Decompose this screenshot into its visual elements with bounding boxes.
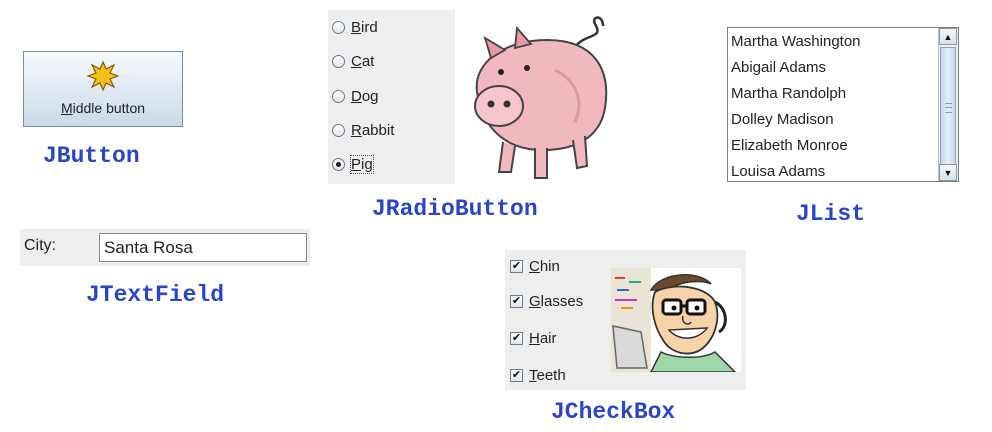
radio-bird[interactable]: Bird: [332, 16, 378, 38]
president-wives-list[interactable]: Martha Washington Abigail Adams Martha R…: [727, 27, 959, 182]
radio-rabbit[interactable]: Rabbit: [332, 119, 394, 141]
checkmark-icon: ✔: [510, 259, 523, 273]
pig-illustration: [455, 10, 630, 184]
triangle-up-icon: ▲: [943, 31, 953, 42]
checkmark-icon: ✔: [510, 294, 523, 308]
radio-pig[interactable]: Pig: [332, 153, 374, 175]
star-burst-icon: [87, 60, 119, 92]
jcheckbox-caption: JCheckBox: [551, 399, 676, 425]
checkbox-chin[interactable]: ✔ Chin: [510, 255, 560, 277]
checkbox-label: Teeth: [529, 366, 566, 384]
cartoon-face-illustration: [611, 268, 741, 372]
radio-circle: [332, 20, 345, 34]
jlist-caption: JList: [796, 201, 866, 227]
city-label: City:: [24, 237, 56, 254]
checkbox-glasses[interactable]: ✔ Glasses: [510, 290, 583, 312]
checkbox-hair[interactable]: ✔ Hair: [510, 327, 557, 349]
radio-label: Dog: [351, 87, 379, 105]
radio-circle: [332, 123, 345, 137]
checkbox-label: Chin: [529, 257, 560, 275]
check-box-panel: ✔ Chin ✔ Glasses ✔ Hair ✔ Teeth: [505, 250, 746, 390]
scroll-up-button[interactable]: ▲: [939, 28, 957, 45]
middle-button[interactable]: Middle button: [23, 51, 183, 127]
grip-icon: [945, 103, 952, 113]
jradiobutton-caption: JRadioButton: [372, 196, 538, 222]
radio-label: Pig: [350, 154, 374, 174]
scroll-thumb[interactable]: [940, 47, 956, 167]
radio-label: Rabbit: [351, 121, 395, 139]
list-item[interactable]: Martha Randolph: [731, 85, 846, 102]
radio-circle: [332, 54, 345, 68]
city-text-field[interactable]: Santa Rosa: [99, 233, 307, 262]
checkbox-label: Hair: [529, 329, 557, 347]
radio-label: Bird: [351, 18, 378, 36]
radio-label: Cat: [351, 52, 375, 70]
list-item[interactable]: Abigail Adams: [731, 59, 826, 76]
middle-button-label: Middle button: [60, 100, 146, 116]
checkmark-icon: ✔: [510, 331, 523, 345]
list-item[interactable]: Martha Washington: [731, 33, 861, 50]
jtextfield-caption: JTextField: [86, 282, 225, 308]
scroll-down-button[interactable]: ▼: [939, 164, 957, 181]
jbutton-caption: JButton: [43, 143, 140, 169]
list-scrollbar[interactable]: ▲ ▼: [938, 28, 958, 181]
radio-dog[interactable]: Dog: [332, 85, 379, 107]
list-item[interactable]: Dolley Madison: [731, 111, 834, 128]
radio-button-panel: Bird Cat Dog Rabbit Pig: [328, 10, 630, 184]
radio-cat[interactable]: Cat: [332, 50, 374, 72]
checkmark-icon: ✔: [510, 368, 523, 382]
list-item[interactable]: Elizabeth Monroe: [731, 137, 848, 154]
list-item[interactable]: Louisa Adams: [731, 163, 825, 180]
radio-circle-selected: [332, 157, 345, 171]
checkbox-label: Glasses: [529, 292, 584, 310]
triangle-down-icon: ▼: [943, 167, 953, 178]
checkbox-teeth[interactable]: ✔ Teeth: [510, 364, 566, 386]
radio-circle: [332, 89, 345, 103]
